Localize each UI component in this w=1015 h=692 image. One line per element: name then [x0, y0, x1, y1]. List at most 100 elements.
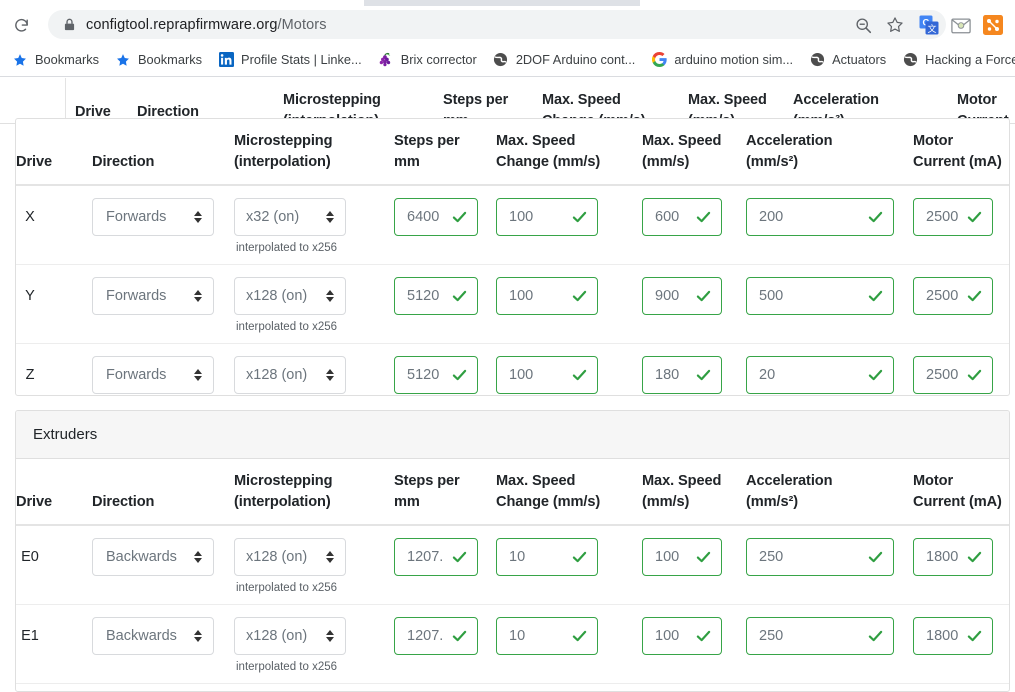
valid-check-icon	[967, 629, 982, 644]
col-header-max-speed-line1: Max. Speed	[642, 473, 722, 489]
col-header-drive: Drive	[16, 119, 92, 186]
microstepping-select[interactable]: x128 (on)	[234, 538, 346, 576]
cell-motor-current: 1800	[913, 525, 1009, 605]
chevron-updown-icon	[193, 629, 202, 643]
motor-current-input[interactable]: 2500	[913, 277, 993, 315]
col-header-direction-line1: Direction	[92, 494, 155, 510]
bookmark-item-2[interactable]: Profile Stats | Linke...	[218, 52, 362, 68]
valid-check-icon	[452, 550, 467, 565]
cell-max-speed: 100	[642, 683, 746, 691]
col-header-motor-current: Motor Current (mA)	[913, 119, 1009, 186]
acceleration-input[interactable]: 500	[746, 277, 894, 315]
reload-button[interactable]	[8, 12, 34, 38]
mail-extension-icon[interactable]	[950, 14, 972, 36]
microstepping-select[interactable]: x128 (on)	[234, 356, 346, 394]
chevron-updown-icon	[325, 629, 334, 643]
motor-current-value: 2500	[926, 209, 959, 225]
bookmark-item-4[interactable]: 2DOF Arduino cont...	[493, 52, 635, 68]
valid-check-icon	[696, 550, 711, 565]
direction-select[interactable]: Backwards	[92, 617, 214, 655]
acceleration-input[interactable]: 250	[746, 538, 894, 576]
chevron-updown-icon	[325, 210, 334, 224]
cell-acceleration: 250	[746, 604, 913, 684]
bookmark-item-0[interactable]: Bookmarks	[12, 52, 99, 68]
cell-speed-change: 100	[496, 185, 642, 265]
motor-current-value: 1800	[926, 628, 959, 644]
steps-per-mm-input[interactable]: 6400	[394, 198, 478, 236]
direction-select[interactable]: Forwards	[92, 277, 214, 315]
bookmark-item-5[interactable]: arduino motion sim...	[651, 52, 793, 68]
direction-select-value: Backwards	[106, 549, 177, 565]
cell-max-speed: 100	[642, 604, 746, 684]
valid-check-icon	[452, 629, 467, 644]
col-header-motor-current-line1: Motor	[913, 133, 954, 149]
valid-check-icon	[967, 210, 982, 225]
acceleration-value: 250	[759, 628, 784, 644]
bookmark-label: Bookmarks	[138, 52, 203, 67]
bookmark-star-icon[interactable]	[884, 14, 906, 36]
valid-check-icon	[967, 368, 982, 383]
steps-per-mm-input[interactable]: 1207.	[394, 538, 478, 576]
max-speed-input[interactable]: 100	[642, 617, 722, 655]
zoom-out-icon[interactable]	[852, 14, 874, 36]
col-header-drive-line1: Drive	[16, 154, 53, 170]
steps-per-mm-input[interactable]: 1207.	[394, 617, 478, 655]
max-speed-input[interactable]: 600	[642, 198, 722, 236]
extruders-card: Extruders Drive Direction Microstepping …	[15, 410, 1010, 692]
col-header-microstepping-line2: (interpolation)	[234, 154, 331, 170]
direction-select[interactable]: Forwards	[92, 356, 214, 394]
motor-current-input[interactable]: 1800	[913, 538, 993, 576]
max-speed-input[interactable]: 180	[642, 356, 722, 394]
steps-per-mm-input[interactable]: 5120	[394, 356, 478, 394]
max-speed-input[interactable]: 100	[642, 538, 722, 576]
max-speed-change-input[interactable]: 10	[496, 617, 598, 655]
max-speed-change-input[interactable]: 100	[496, 277, 598, 315]
puzzle-extension-icon[interactable]	[982, 14, 1004, 36]
cell-acceleration: 20	[746, 343, 913, 395]
acceleration-value: 200	[759, 209, 784, 225]
col-header-speed-change-line1: Max. Speed	[496, 133, 576, 149]
acceleration-input[interactable]: 200	[746, 198, 894, 236]
cell-steps-per-mm: 1207.	[394, 604, 496, 684]
google-translate-extension-icon[interactable]: G 文	[918, 14, 940, 36]
interpolation-note: interpolated to x256	[236, 321, 338, 333]
cell-acceleration: 250	[746, 525, 913, 605]
col-header-max-speed-line2: (mm/s)	[642, 494, 690, 510]
cell-max-speed: 600	[642, 185, 746, 265]
valid-check-icon	[868, 210, 883, 225]
bookmark-item-6[interactable]: Actuators	[809, 52, 886, 68]
cell-motor-current: 2500	[913, 343, 1009, 395]
acceleration-value: 250	[759, 549, 784, 565]
acceleration-input[interactable]: 250	[746, 617, 894, 655]
max-speed-change-input[interactable]: 100	[496, 356, 598, 394]
valid-check-icon	[572, 368, 587, 383]
microstepping-select[interactable]: x32 (on)	[234, 198, 346, 236]
direction-select[interactable]: Backwards	[92, 538, 214, 576]
bookmark-item-1[interactable]: Bookmarks	[115, 52, 202, 68]
bookmark-item-7[interactable]: Hacking a Force Fe...	[902, 52, 1015, 68]
max-speed-change-input[interactable]: 100	[496, 198, 598, 236]
bookmark-item-3[interactable]: Brix corrector	[378, 52, 477, 68]
drive-label: X	[25, 209, 35, 225]
motor-current-input[interactable]: 2500	[913, 356, 993, 394]
interpolation-note: interpolated to x256	[236, 242, 338, 254]
col-header-speed-change: Max. Speed Change (mm/s)	[496, 459, 642, 526]
cell-microstepping: x128 (on) interpolated to x256	[234, 525, 394, 605]
axes-header-row: Drive Direction Microstepping (interpola…	[16, 119, 1009, 186]
max-speed-input[interactable]: 900	[642, 277, 722, 315]
max-speed-value: 900	[655, 288, 680, 304]
motor-current-input[interactable]: 1800	[913, 617, 993, 655]
steps-per-mm-input[interactable]: 5120	[394, 277, 478, 315]
max-speed-change-input[interactable]: 10	[496, 538, 598, 576]
direction-select[interactable]: Forwards	[92, 198, 214, 236]
address-bar[interactable]: configtool.reprapfirmware.org/Motors	[48, 10, 946, 39]
acceleration-input[interactable]: 20	[746, 356, 894, 394]
col-header-direction-line1: Direction	[92, 154, 155, 170]
motor-current-input[interactable]: 2500	[913, 198, 993, 236]
ghost-header-microstepping-l1: Microstepping	[283, 92, 381, 108]
cell-direction: Backwards	[92, 525, 234, 605]
google-icon	[651, 52, 667, 68]
microstepping-select[interactable]: x128 (on)	[234, 277, 346, 315]
microstepping-select[interactable]: x128 (on)	[234, 617, 346, 655]
browser-chrome: configtool.reprapfirmware.org/Motors G 文	[0, 0, 1015, 78]
